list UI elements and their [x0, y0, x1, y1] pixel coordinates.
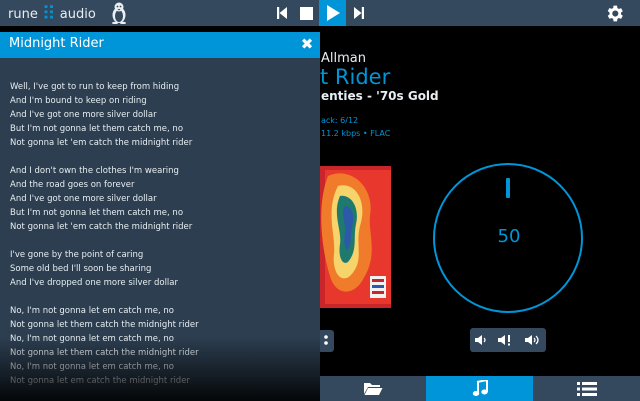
list-icon — [576, 381, 597, 396]
track-number: ack: 6/12 — [321, 116, 359, 125]
album-cover — [320, 166, 391, 308]
lyric-line: No, I'm not gonna let em catch me, no — [10, 334, 175, 344]
tab-playback[interactable] — [426, 376, 533, 401]
gear-icon[interactable] — [604, 3, 625, 24]
runeaudio-logo[interactable]: rune ⠿ audio — [8, 4, 96, 24]
lyrics-title: Midnight Rider — [9, 36, 104, 51]
volume-mute-icon[interactable] — [497, 334, 515, 346]
lyric-line: And I'm bound to keep on riding — [10, 96, 147, 106]
volume-controls — [470, 328, 546, 352]
tux-icon — [112, 2, 126, 24]
play-icon — [326, 5, 340, 21]
lyric-line: And the road goes on forever — [10, 180, 135, 190]
dots-vertical-icon — [324, 335, 328, 345]
volume-up-icon[interactable] — [524, 334, 542, 346]
lyric-line: And I've got one more silver dollar — [10, 194, 157, 204]
close-icon[interactable]: ✖ — [299, 35, 315, 53]
album-name: enties - '70s Gold — [321, 89, 439, 103]
previous-button[interactable] — [270, 0, 294, 26]
lyric-line: Not gonna let them catch the midnight ri… — [10, 348, 199, 358]
lyric-line: But I'm not gonna let them catch me, no — [10, 208, 184, 218]
volume-down-icon[interactable] — [474, 334, 488, 346]
more-options-button[interactable] — [318, 330, 334, 352]
lyric-line: And I've dropped one more silver dollar — [10, 278, 178, 288]
play-button[interactable] — [319, 0, 346, 26]
volume-value: 50 — [497, 226, 521, 247]
stanza-gap — [10, 234, 315, 248]
lyrics-header: Midnight Rider ✖ — [0, 32, 320, 58]
logo-text-left: rune — [8, 6, 38, 22]
stop-button[interactable] — [294, 0, 318, 26]
lyric-line: But I'm not gonna let them catch me, no — [10, 124, 184, 134]
next-button[interactable] — [347, 0, 371, 26]
lyrics-body: Well, I've got to run to keep from hidin… — [10, 80, 315, 388]
track-title: t Rider — [320, 65, 391, 89]
lyric-line: No, I'm not gonna let em catch me, no — [10, 306, 175, 316]
stanza-gap — [10, 150, 315, 164]
lyric-line: Not gonna let 'em catch the midnight rid… — [10, 222, 193, 232]
lyric-line: No, I'm not gonna let em catch me, no — [10, 362, 175, 372]
lyric-line: I've gone by the point of caring — [10, 250, 144, 260]
tab-queue[interactable] — [533, 376, 640, 401]
audio-format: 11.2 kbps • FLAC — [321, 129, 391, 138]
lyrics-panel: Midnight Rider ✖ Well, I've got to run t… — [0, 32, 320, 401]
lyric-line: Well, I've got to run to keep from hidin… — [10, 82, 180, 92]
tab-library[interactable] — [320, 376, 426, 401]
lyric-line: Not gonna let em catch the midnight ride… — [10, 376, 190, 386]
skip-next-icon — [354, 7, 364, 19]
folder-open-icon — [364, 383, 383, 395]
app-window: rune ⠿ audio Allman t Rider enties - '70… — [0, 0, 640, 401]
lyric-line: And I've got one more silver dollar — [10, 110, 157, 120]
stop-icon — [299, 6, 313, 20]
lyric-line: And I don't own the clothes I'm wearing — [10, 166, 179, 176]
logo-mark: ⠿ — [41, 3, 56, 25]
lyric-line: Not gonna let them catch the midnight ri… — [10, 320, 199, 330]
skip-previous-icon — [277, 7, 287, 19]
top-bar: rune ⠿ audio — [0, 0, 640, 26]
lyric-line: Some old bed I'll soon be sharing — [10, 264, 152, 274]
music-note-icon — [472, 380, 488, 396]
lyric-line: Not gonna let 'em catch the midnight rid… — [10, 138, 193, 148]
stanza-gap — [10, 290, 315, 304]
logo-text-right: audio — [59, 6, 96, 22]
album-cover-art — [320, 166, 391, 308]
